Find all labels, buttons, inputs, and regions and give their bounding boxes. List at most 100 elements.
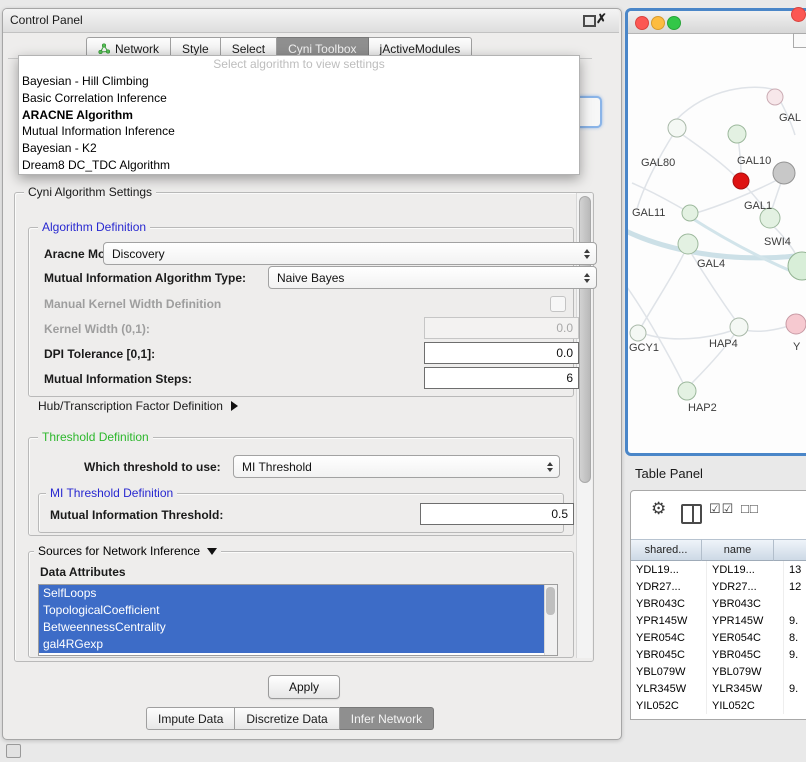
hub-definition-section[interactable]: Hub/Transcription Factor Definition [38, 399, 238, 413]
algorithm-option[interactable]: Bayesian - K2 [19, 140, 579, 157]
panel-restore-icon[interactable] [6, 744, 21, 758]
data-attributes-list[interactable]: SelfLoops TopologicalCoefficient Between… [38, 584, 558, 656]
close-icon[interactable]: ✗ [596, 11, 607, 27]
network-node-hap2[interactable] [678, 382, 696, 400]
mi-steps-label: Mutual Information Steps: [44, 372, 192, 386]
cyni-algorithm-settings-title: Cyni Algorithm Settings [24, 185, 156, 199]
tab-style-label: Style [182, 42, 209, 56]
gear-icon[interactable]: ⚙ [651, 500, 666, 517]
manual-kernel-width-label: Manual Kernel Width Definition [44, 297, 221, 311]
column-header-partial[interactable] [774, 539, 806, 561]
algorithm-option-selected[interactable]: ARACNE Algorithm [19, 107, 579, 124]
table-row[interactable]: YDR27... YDR27... 12 [631, 578, 806, 595]
network-node-red[interactable] [733, 173, 749, 189]
control-panel-titlebar[interactable] [3, 9, 619, 33]
which-threshold-label: Which threshold to use: [84, 460, 221, 474]
expand-arrow-icon[interactable] [231, 401, 238, 411]
table-header-row: shared... name [631, 539, 806, 561]
algorithm-combo-fragment[interactable] [578, 96, 602, 128]
cell-value: 9. [784, 680, 806, 697]
close-traffic-icon[interactable] [791, 7, 806, 22]
table-row[interactable]: YBR045C YBR045C 9. [631, 646, 806, 663]
algorithm-definition-title: Algorithm Definition [38, 220, 150, 234]
combo-arrows-icon [584, 249, 590, 259]
algorithm-option[interactable]: Mutual Information Inference [19, 123, 579, 140]
list-scrollbar-thumb[interactable] [546, 587, 555, 615]
minimize-traffic-icon[interactable] [651, 16, 665, 30]
network-edge [637, 130, 676, 209]
float-window-icon[interactable] [583, 15, 596, 27]
manual-kernel-width-checkbox[interactable] [550, 296, 566, 312]
list-scrollbar[interactable] [544, 585, 557, 655]
network-node-pink-small[interactable] [767, 89, 783, 105]
mi-algorithm-type-value: Naive Bayes [277, 271, 344, 285]
algorithm-option[interactable]: Basic Correlation Inference [19, 90, 579, 107]
mi-algorithm-type-select[interactable]: Naive Bayes [268, 266, 597, 289]
list-item[interactable]: TopologicalCoefficient [39, 602, 545, 619]
network-node-pink-right[interactable] [786, 314, 806, 334]
table-row[interactable]: YER054C YER054C 8. [631, 629, 806, 646]
network-node-gray[interactable] [773, 162, 795, 184]
zoom-traffic-icon[interactable] [667, 16, 681, 30]
column-header-shared-name[interactable]: shared... [631, 539, 702, 561]
cell-name: YPR145W [707, 612, 784, 629]
select-all-columns-icon[interactable]: ☑☑ [709, 502, 734, 515]
column-header-name[interactable]: name [702, 539, 774, 561]
node-label-gal1: GAL1 [744, 200, 772, 212]
cell-shared-name: YBR043C [631, 595, 707, 612]
network-icon [98, 43, 110, 55]
show-columns-icon[interactable] [681, 504, 702, 524]
cell-shared-name: YPR145W [631, 612, 707, 629]
bottom-tabbar: Impute Data Discretize Data Infer Networ… [146, 707, 434, 730]
tab-discretize-data[interactable]: Discretize Data [235, 707, 339, 730]
network-node-hap4[interactable] [730, 318, 748, 336]
cell-name: YDL19... [707, 561, 784, 578]
tab-cyni-toolbox-label: Cyni Toolbox [288, 42, 356, 56]
list-item[interactable]: SelfLoops [39, 585, 545, 602]
cell-name: YBR045C [707, 646, 784, 663]
cell-shared-name: YDL19... [631, 561, 707, 578]
network-node-gal11[interactable] [682, 205, 698, 221]
tab-discretize-data-label: Discretize Data [246, 712, 327, 726]
aracne-mode-select[interactable]: Discovery [103, 242, 597, 265]
scrollbar-button[interactable] [793, 33, 806, 48]
table-row[interactable]: YPR145W YPR145W 9. [631, 612, 806, 629]
list-item[interactable]: BetweennessCentrality [39, 619, 545, 636]
apply-button[interactable]: Apply [268, 675, 340, 699]
sources-group-title: Sources for Network Inference [38, 544, 200, 558]
cell-value [784, 595, 806, 612]
cell-shared-name: YIL052C [631, 697, 707, 714]
table-panel-window: ⚙ ☑☑ □□ shared... name YDL19... YDL19...… [630, 490, 806, 720]
network-node-gal4[interactable] [678, 234, 698, 254]
network-canvas[interactable]: GAL80 GAL10 GAL11 GAL1 SWI4 GAL4 GCY1 HA… [628, 33, 806, 447]
tab-impute-data[interactable]: Impute Data [146, 707, 235, 730]
list-item[interactable]: gal4RGexp [39, 636, 545, 653]
network-node-gcy1[interactable] [630, 325, 646, 341]
dpi-tolerance-input[interactable]: 0.0 [424, 342, 579, 364]
table-row[interactable]: YLR345W YLR345W 9. [631, 680, 806, 697]
network-node-gal80[interactable] [668, 119, 686, 137]
unselect-all-columns-icon[interactable]: □□ [741, 502, 759, 515]
tab-infer-network[interactable]: Infer Network [340, 707, 434, 730]
mi-threshold-input[interactable]: 0.5 [420, 503, 574, 525]
algorithm-placeholder: Select algorithm to view settings [19, 56, 579, 73]
kernel-width-input[interactable]: 0.0 [424, 317, 579, 339]
collapse-arrow-icon[interactable] [207, 548, 217, 555]
node-label-gal80: GAL80 [641, 157, 675, 169]
algorithm-option[interactable]: Bayesian - Hill Climbing [19, 73, 579, 90]
table-row[interactable]: YIL052C YIL052C [631, 697, 806, 714]
table-row[interactable]: YBR043C YBR043C [631, 595, 806, 612]
data-attributes-label: Data Attributes [40, 565, 126, 579]
cell-shared-name: YDR27... [631, 578, 707, 595]
close-traffic-icon[interactable] [635, 16, 649, 30]
table-row[interactable]: YDL19... YDL19... 13 [631, 561, 806, 578]
table-row[interactable]: YBL079W YBL079W [631, 663, 806, 680]
settings-scrollbar-thumb[interactable] [579, 196, 591, 483]
algorithm-option[interactable]: Dream8 DC_TDC Algorithm [19, 157, 579, 174]
network-node-green-top[interactable] [728, 125, 746, 143]
which-threshold-select[interactable]: MI Threshold [233, 455, 560, 478]
sources-group-header[interactable]: Sources for Network Inference [34, 544, 221, 558]
network-edge [741, 325, 792, 331]
mi-steps-input[interactable]: 6 [424, 367, 579, 389]
tab-jactivemodules-label: jActiveModules [380, 42, 461, 56]
